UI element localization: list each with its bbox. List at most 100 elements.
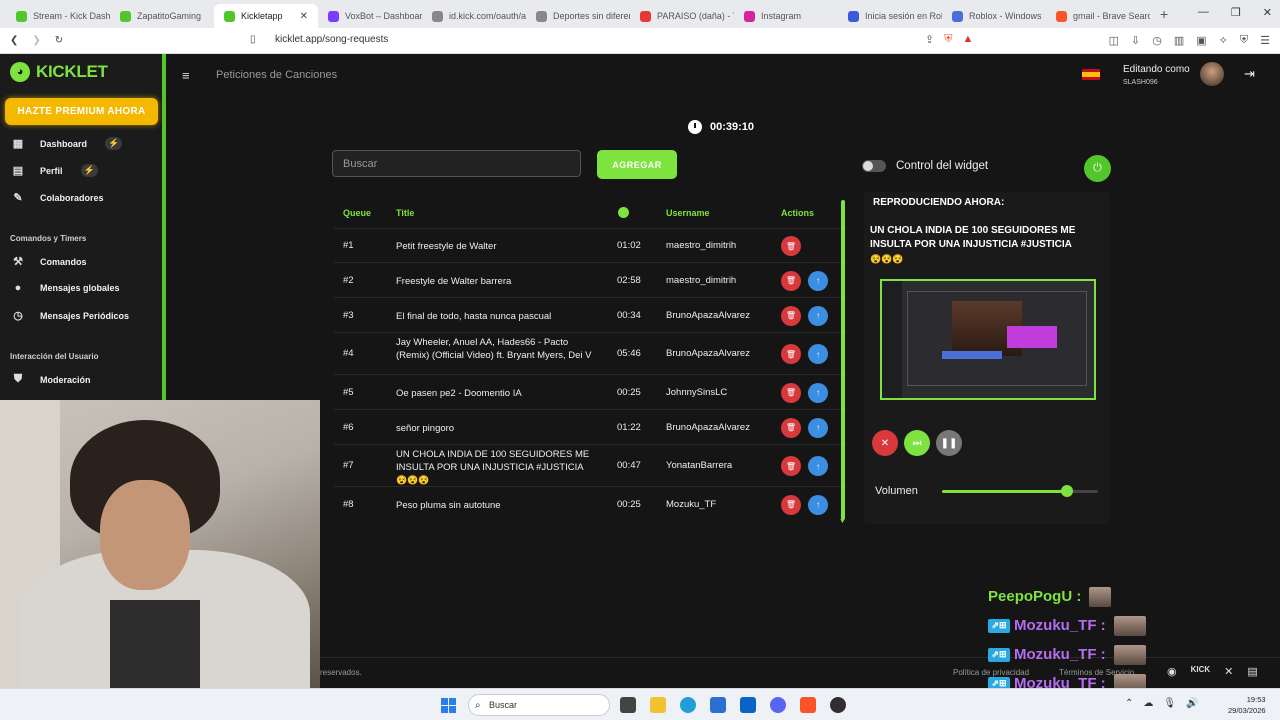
volume-tray-icon[interactable]: 🔊 (1186, 698, 1198, 709)
volume-fill (942, 490, 1067, 493)
tray-cloud-icon[interactable]: ☁ (1143, 698, 1153, 709)
delete-song-button[interactable]: 🗑 (781, 344, 801, 364)
close-tab-icon[interactable]: ✕ (300, 11, 308, 22)
pause-button[interactable]: ❚❚ (936, 430, 962, 456)
taskbar-search[interactable]: ⌕ Buscar (468, 694, 610, 716)
delete-song-button[interactable]: 🗑 (781, 270, 801, 291)
video-preview[interactable] (880, 279, 1096, 400)
file-explorer-icon[interactable] (650, 697, 666, 713)
docs-icon[interactable]: ▤ (1247, 665, 1257, 678)
kick-icon[interactable]: KICK (1191, 665, 1211, 678)
volume-slider[interactable] (942, 490, 1098, 493)
edge-icon[interactable] (680, 697, 696, 713)
browser-tab[interactable]: ZapatitoGaming (110, 4, 214, 28)
sidebar-item[interactable]: ▦ Dashboard ⚡ (10, 137, 123, 150)
move-up-button[interactable]: ↑ (808, 382, 828, 403)
table-row[interactable]: #4 Jay Wheeler, Anuel AA, Hades66 - Pacto… (334, 332, 846, 374)
tray-chevron-icon[interactable]: ⌃ (1125, 698, 1133, 709)
table-row[interactable]: #7 UN CHOLA INDIA DE 100 SEGUIDORES ME IN… (334, 444, 846, 486)
task-view-icon[interactable] (620, 697, 636, 713)
extensions-icon[interactable]: ✧ (1219, 34, 1228, 47)
forward-icon[interactable]: ❯ (32, 35, 40, 46)
sidebar-item[interactable]: ✎ Colaboradores (10, 191, 103, 204)
vpn-icon[interactable]: ⛨ (1240, 34, 1248, 47)
delete-song-button[interactable]: 🗑 (781, 382, 801, 403)
obs-icon[interactable] (830, 697, 846, 713)
discord-icon[interactable]: ◉ (1167, 665, 1177, 678)
bookmark-icon[interactable]: ▯ (250, 34, 256, 45)
reload-icon[interactable]: ↻ (55, 35, 63, 46)
power-button[interactable]: ⏻ (1084, 155, 1111, 182)
move-up-button[interactable]: ↑ (808, 344, 828, 364)
delete-song-button[interactable]: 🗑 (781, 417, 801, 438)
share-icon[interactable]: ⇪ (925, 33, 934, 46)
sidebar-item[interactable]: ◷ Mensajes Periódicos (10, 309, 129, 322)
search-input[interactable] (332, 150, 581, 177)
table-row[interactable]: #5 Oe pasen pe2 - Doomentio IA 00:25 Johnny… (334, 374, 846, 409)
delete-song-button[interactable]: 🗑 (781, 236, 801, 256)
microphone-icon[interactable]: 🎙 (1163, 698, 1176, 709)
move-up-button[interactable]: ↑ (808, 417, 828, 438)
url-field[interactable]: kicklet.app/song-requests (275, 34, 388, 45)
browser-menu-icon[interactable]: ☰ (1260, 34, 1270, 47)
sidebar-item[interactable]: ⚒ Comandos (10, 255, 86, 268)
leo-icon[interactable]: ◫ (1109, 34, 1119, 47)
store-icon[interactable] (710, 697, 726, 713)
premium-button[interactable]: HAZTE PREMIUM AHORA (5, 98, 158, 125)
sidebar-item[interactable]: ▤ Perfil ⚡ (10, 164, 98, 177)
table-row[interactable]: #6 señor pingoro 01:22 BrunoApazaAlvarez 🗑 ↑ (334, 409, 846, 444)
browser-tab[interactable]: gmail - Brave Searc (1046, 4, 1150, 28)
browser-tab[interactable]: Inicia sesión en Rob (838, 4, 942, 28)
minimize-icon[interactable]: — (1198, 6, 1209, 19)
table-row[interactable]: #2 Freestyle de Walter barrera 02:58 maestr… (334, 262, 846, 297)
delete-song-button[interactable]: 🗑 (781, 494, 801, 515)
brave-app-icon[interactable] (800, 697, 816, 713)
logout-icon[interactable]: ⇥ (1244, 66, 1255, 82)
spain-flag-icon[interactable] (1082, 69, 1100, 80)
table-row[interactable]: #3 El final de todo, hasta nunca pascual 0… (334, 297, 846, 332)
downloads-icon[interactable]: ⇩ (1131, 34, 1140, 47)
delete-song-button[interactable]: 🗑 (781, 456, 801, 476)
x-icon[interactable]: ✕ (1224, 665, 1233, 678)
kicklet-logo[interactable]: ◕ KICKLET (10, 62, 108, 82)
add-button[interactable]: AGREGAR (597, 150, 677, 179)
stop-button[interactable]: ✕ (872, 430, 898, 456)
browser-tab[interactable]: Kickletapp ✕ (214, 4, 318, 28)
sidebar-item[interactable]: ⛊ Moderación (10, 373, 91, 386)
scroll-down-icon[interactable]: ▼ (839, 518, 846, 525)
windows-start-icon[interactable] (441, 698, 456, 713)
discord-app-icon[interactable] (770, 697, 786, 713)
browser-tab[interactable]: VoxBot – Dashboar (318, 4, 422, 28)
browser-tab[interactable]: Instagram (734, 4, 838, 28)
table-row[interactable]: #1 Petit freestyle de Walter 01:02 maestro_… (334, 228, 846, 262)
skip-button[interactable]: ⏭ (904, 430, 930, 456)
avatar[interactable] (1200, 62, 1224, 86)
history-icon[interactable]: ◷ (1152, 34, 1162, 47)
delete-song-button[interactable]: 🗑 (781, 305, 801, 326)
new-tab-icon[interactable]: + (1160, 6, 1168, 22)
wallet-icon[interactable]: ▣ (1196, 34, 1206, 47)
queue-scrollbar[interactable] (841, 200, 845, 520)
sidebar-item[interactable]: ● Mensajes globales (10, 282, 120, 294)
move-up-button[interactable]: ↑ (808, 305, 828, 326)
sidebar-icon[interactable]: ▥ (1174, 34, 1184, 47)
back-icon[interactable]: ❮ (10, 35, 18, 46)
browser-tab[interactable]: PARAISO (daña) - Yo (630, 4, 734, 28)
maximize-icon[interactable]: ❐ (1231, 6, 1241, 19)
outlook-icon[interactable] (740, 697, 756, 713)
widget-toggle[interactable] (862, 160, 886, 172)
system-clock[interactable]: 19:53 29/03/2026 (1228, 694, 1266, 716)
rewards-icon[interactable]: ▲ (962, 33, 973, 46)
move-up-button[interactable]: ↑ (808, 494, 828, 515)
table-row[interactable]: #8 Peso pluma sin autotune 00:25 Mozuku_TF 🗑… (334, 486, 846, 521)
volume-knob[interactable] (1060, 485, 1073, 497)
browser-tab[interactable]: Stream - Kick Dashb (6, 4, 110, 28)
brave-shield-icon[interactable]: ⛨ (944, 33, 952, 46)
browser-tab[interactable]: Deportes sin diferen (526, 4, 630, 28)
move-up-button[interactable]: ↑ (808, 456, 828, 476)
browser-tab[interactable]: id.kick.com/oauth/a (422, 4, 526, 28)
move-up-button[interactable]: ↑ (808, 270, 828, 291)
menu-toggle-icon[interactable]: ≡ (182, 68, 190, 83)
close-window-icon[interactable]: ✕ (1263, 6, 1272, 19)
browser-tab[interactable]: Roblox - Windows (942, 4, 1046, 28)
